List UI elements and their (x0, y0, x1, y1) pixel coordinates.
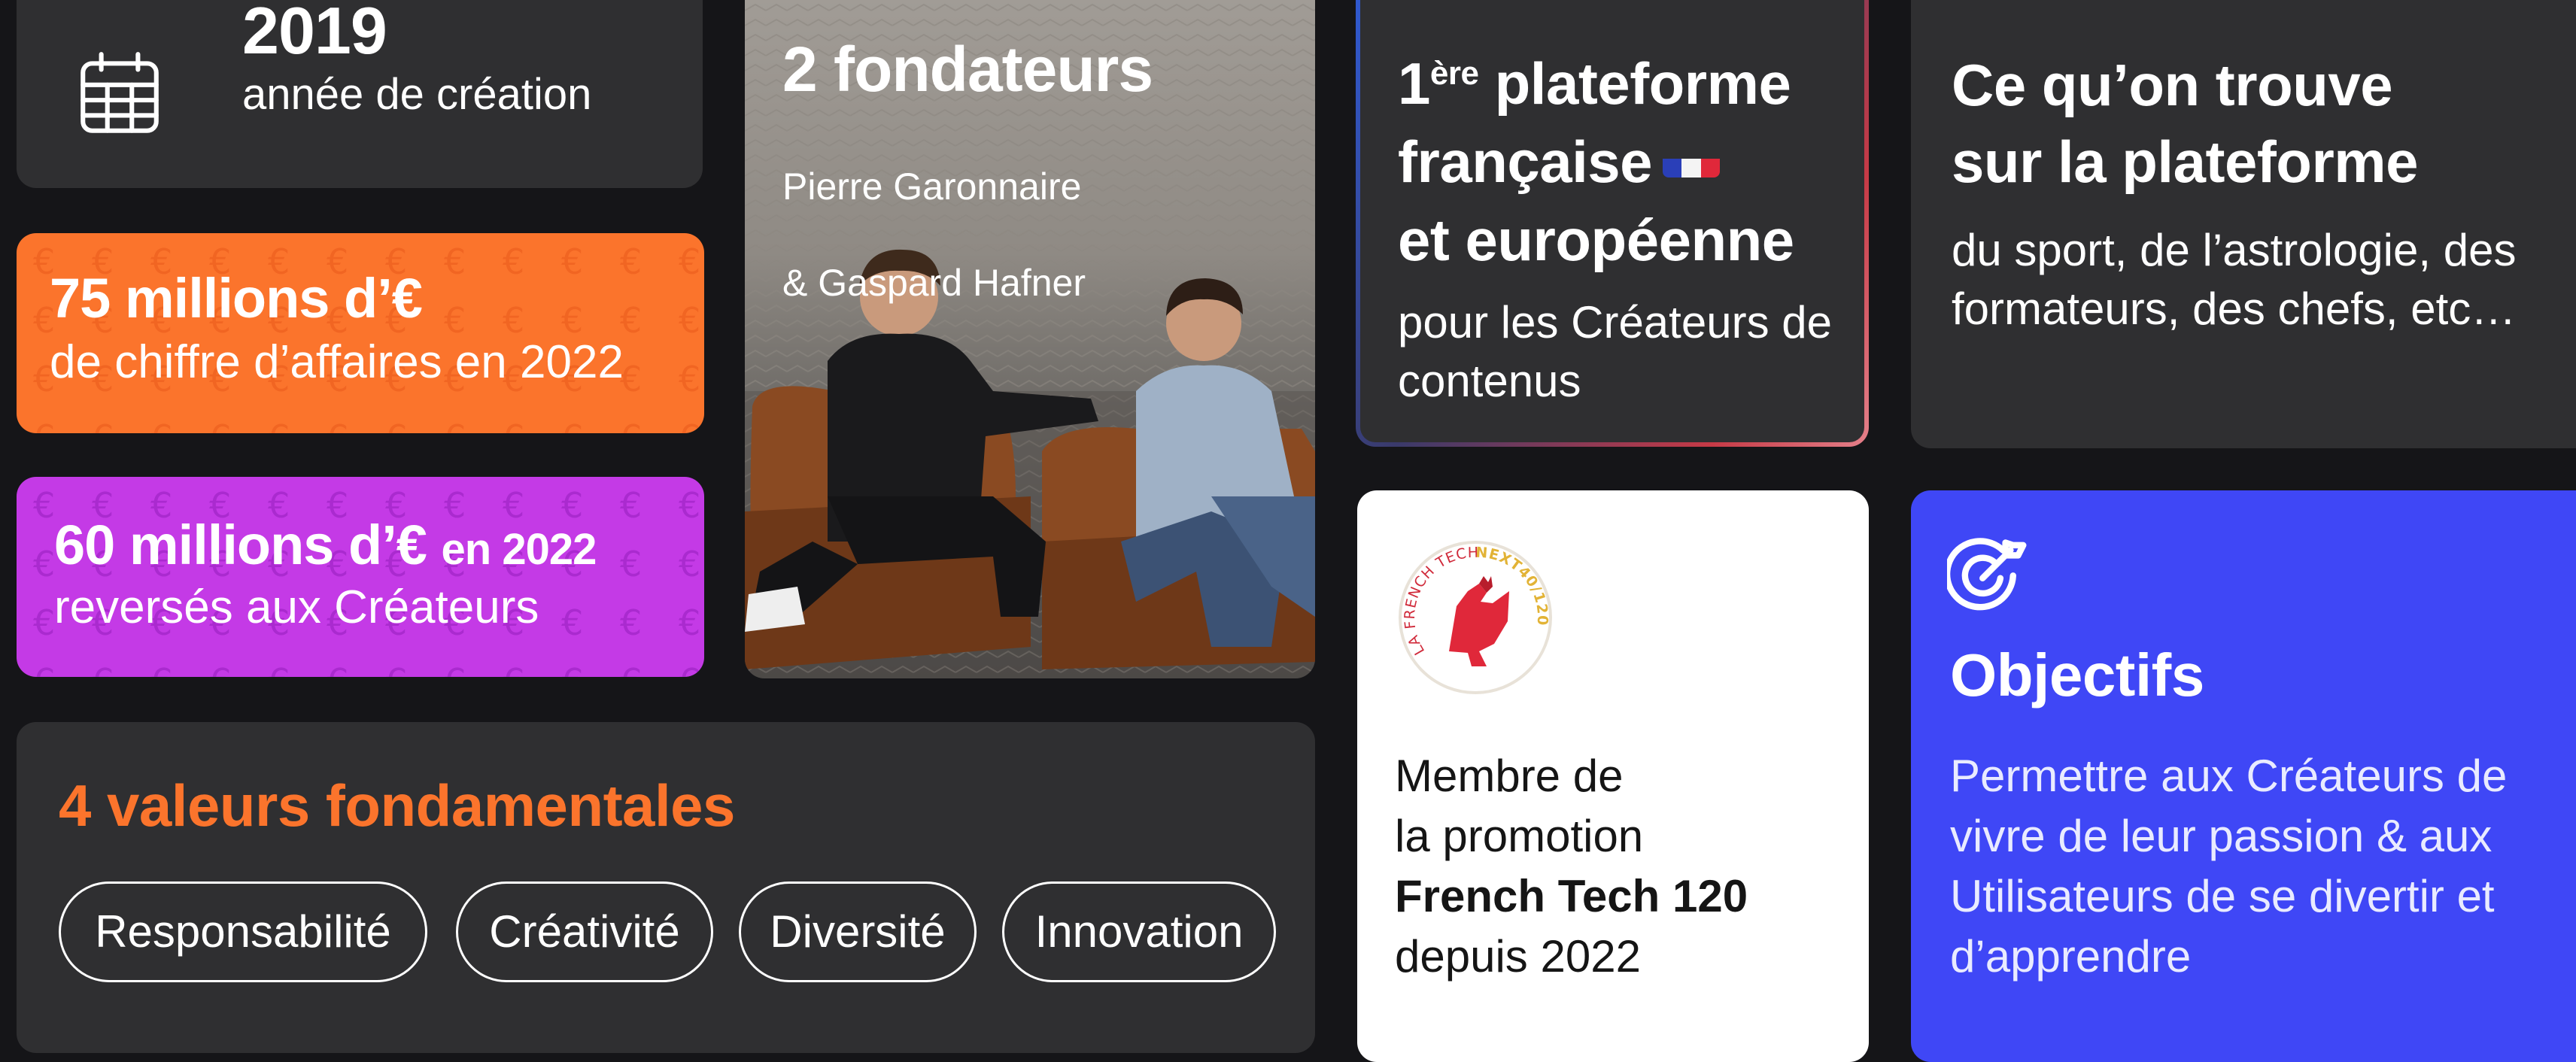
founder-name: Pierre Garonnaire (782, 165, 1082, 208)
french-tech-strong: French Tech 120 (1395, 871, 1748, 921)
french-tech-card: LA FRENCH TECH NEXT40/120 Membre de la p… (1357, 490, 1869, 1062)
platform-card: 1ère plateforme française et européenne … (1356, 0, 1869, 447)
value-pill: Innovation (1002, 881, 1276, 982)
founders-card: 2 fondateurs Pierre Garonnaire & Gaspard… (745, 0, 1315, 678)
content-title: Ce qu’on trouve sur la plateforme (1952, 52, 2419, 195)
founders-title: 2 fondateurs (782, 34, 1153, 105)
content-card: Ce qu’on trouve sur la plateforme du spo… (1911, 0, 2576, 448)
target-arrow-icon (1947, 538, 2027, 611)
values-title: 4 valeurs fondamentales (59, 772, 735, 839)
platform-line2: française (1398, 129, 1653, 195)
revenue-headline: 75 millions d’€ (50, 267, 423, 329)
payout-headline-suffix: en 2022 (441, 525, 597, 574)
platform-subtitle: pour les Créateurs de contenus (1398, 297, 1832, 406)
rank-suffix: ère (1429, 55, 1479, 92)
platform-line3: et européenne (1398, 207, 1794, 273)
value-pill: Créativité (456, 881, 713, 982)
values-card: 4 valeurs fondamentales Responsabilité C… (17, 722, 1315, 1053)
payout-label: reversés aux Créateurs (54, 581, 539, 633)
year-value: 2019 (242, 0, 387, 68)
payout-headline: 60 millions d’€ en 2022 (54, 514, 597, 576)
platform-headline: 1ère plateforme française et européenne (1398, 50, 1794, 273)
calendar-icon (80, 52, 159, 133)
french-tech-rooster-logo: LA FRENCH TECH NEXT40/120 (1399, 541, 1552, 694)
revenue-card: 75 millions d’€ de chiffre d’affaires en… (17, 233, 704, 433)
revenue-label: de chiffre d’affaires en 2022 (50, 336, 624, 388)
objectives-body: Permettre aux Créateurs de vivre de leur… (1950, 751, 2508, 982)
founder-name: & Gaspard Hafner (782, 262, 1086, 304)
french-tech-text: Membre de la promotion French Tech 120 d… (1395, 751, 1748, 982)
year-label: année de création (242, 70, 592, 119)
value-pill: Responsabilité (59, 881, 427, 982)
payout-card: 60 millions d’€ en 2022 reversés aux Cré… (17, 477, 704, 677)
year-card: 2019 année de création (17, 0, 703, 188)
objectives-title: Objectifs (1950, 642, 2204, 709)
value-pill: Diversité (739, 881, 977, 982)
objectives-card: Objectifs Permettre aux Créateurs de viv… (1911, 490, 2576, 1062)
platform-line1: plateforme (1494, 50, 1791, 117)
founders-names: Pierre Garonnaire & Gaspard Hafner (782, 114, 1086, 355)
french-flag-icon (1663, 138, 1721, 178)
content-body: du sport, de l’astrologie, des formateur… (1952, 225, 2517, 334)
